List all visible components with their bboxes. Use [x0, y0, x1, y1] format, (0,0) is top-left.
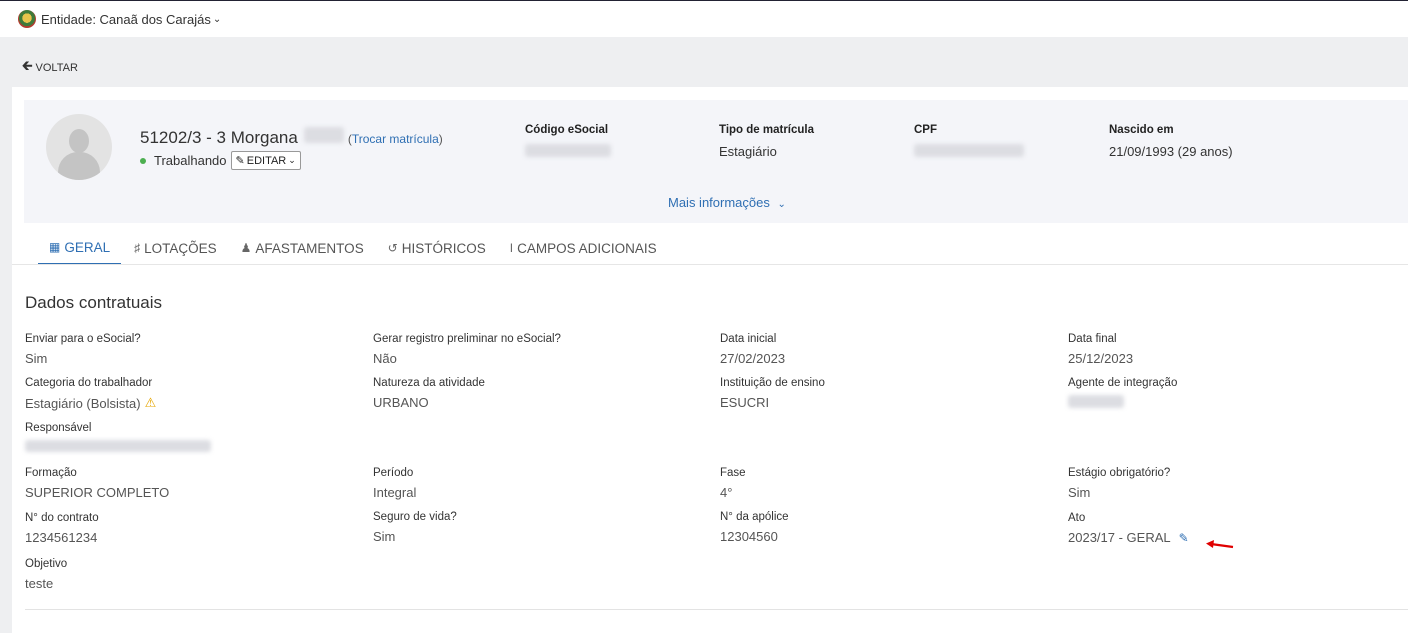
ato-field: Ato 2023/17 - GERAL ✎ — [1068, 512, 1189, 545]
contrato-field: N° do contrato 1234561234 — [25, 512, 99, 545]
categoria-field: Categoria do trabalhador Estagiário (Bol… — [25, 377, 157, 411]
data-inicial-field: Data inicial 27/02/2023 — [720, 333, 786, 366]
entity-logo-icon — [18, 10, 36, 28]
edit-button[interactable]: ✎ EDITAR ⌄ — [230, 151, 301, 170]
cpf-field: CPF — [914, 124, 1024, 160]
redacted-responsavel — [25, 440, 211, 452]
history-icon: ↺ — [387, 241, 398, 255]
arrow-left-icon: 🡰 — [22, 58, 33, 73]
user-x-icon: ♟ — [240, 241, 252, 255]
tab-campos-adicionais[interactable]: I CAMPOS ADICIONAIS — [499, 231, 668, 265]
gerar-registro-field: Gerar registro preliminar no eSocial? Nã… — [373, 333, 561, 366]
status-text: Trabalhando — [154, 153, 227, 168]
chevron-down-icon: ⌄ — [288, 155, 296, 165]
apolice-field: N° da apólice 12304560 — [720, 511, 789, 544]
tab-bar: ▦ GERAL ♯ LOTAÇÕES ♟ AFASTAMENTOS ↺ HIST… — [38, 231, 670, 265]
chevron-down-icon[interactable]: ⌄ — [213, 14, 221, 25]
tab-afastamentos[interactable]: ♟ AFASTAMENTOS — [230, 231, 375, 265]
objetivo-field: Objetivo teste — [25, 558, 68, 591]
formacao-field: Formação SUPERIOR COMPLETO — [25, 467, 170, 500]
employee-name-text: 51202/3 - 3 Morgana — [140, 128, 298, 147]
employee-name: 51202/3 - 3 Morgana (Trocar matrícula) — [140, 127, 443, 148]
agente-integracao-field: Agente de integração — [1068, 377, 1177, 408]
redacted-agente — [1068, 395, 1124, 408]
edit-label: EDITAR — [246, 154, 287, 167]
redacted-codigo — [525, 144, 611, 157]
trocar-matricula: (Trocar matrícula) — [347, 132, 443, 146]
tab-historicos[interactable]: ↺ HISTÓRICOS — [377, 231, 497, 265]
nascido-field: Nascido em 21/09/1993 (29 anos) — [1109, 124, 1233, 159]
top-bar: Entidade: Canaã dos Carajás ⌄ — [0, 0, 1408, 37]
redacted-cpf — [914, 144, 1024, 157]
enviar-esocial-field: Enviar para o eSocial? Sim — [25, 333, 141, 366]
pencil-icon: ✎ — [235, 155, 245, 167]
employee-status: Trabalhando ✎ EDITAR ⌄ — [140, 151, 301, 170]
natureza-field: Natureza da atividade URBANO — [373, 377, 485, 410]
responsavel-field: Responsável — [25, 422, 211, 452]
redacted-surname — [303, 127, 344, 143]
fase-field: Fase 4° — [720, 467, 746, 500]
warning-icon[interactable]: ⚠ — [145, 395, 157, 411]
estagio-obrigatorio-field: Estágio obrigatório? Sim — [1068, 467, 1171, 500]
main-card: 51202/3 - 3 Morgana (Trocar matrícula) T… — [12, 87, 1408, 633]
status-dot-icon — [140, 157, 146, 164]
tab-geral[interactable]: ▦ GERAL — [38, 231, 122, 265]
periodo-field: Período Integral — [373, 467, 417, 500]
avatar — [46, 114, 112, 180]
tabs-divider — [12, 264, 1408, 265]
trocar-matricula-link[interactable]: Trocar matrícula — [352, 132, 439, 146]
codigo-esocial-field: Código eSocial — [525, 124, 611, 160]
tab-lotacoes[interactable]: ♯ LOTAÇÕES — [123, 231, 228, 265]
data-final-field: Data final 25/12/2023 — [1068, 333, 1134, 366]
id-card-icon: ▦ — [49, 240, 61, 254]
text-cursor-icon: I — [509, 241, 514, 255]
red-arrow-annotation-icon — [1206, 540, 1234, 549]
section-title: Dados contratuais — [25, 293, 163, 312]
back-button[interactable]: 🡰 VOLTAR — [22, 57, 78, 79]
back-label: VOLTAR — [35, 62, 78, 74]
chevron-down-icon: ⌄ — [777, 199, 786, 210]
section-divider — [25, 609, 1408, 610]
sitemap-icon: ♯ — [134, 241, 141, 255]
entity-selector[interactable]: Entidade: Canaã dos Carajás — [41, 12, 211, 27]
seguro-vida-field: Seguro de vida? Sim — [373, 511, 457, 544]
edit-ato-pencil-icon[interactable]: ✎ — [1179, 531, 1189, 545]
tipo-matricula-field: Tipo de matrícula Estagiário — [719, 124, 815, 159]
profile-header: 51202/3 - 3 Morgana (Trocar matrícula) T… — [24, 100, 1408, 223]
instituicao-field: Instituição de ensino ESUCRI — [720, 377, 825, 410]
mais-informacoes-toggle[interactable]: Mais informações ⌄ — [668, 195, 786, 210]
